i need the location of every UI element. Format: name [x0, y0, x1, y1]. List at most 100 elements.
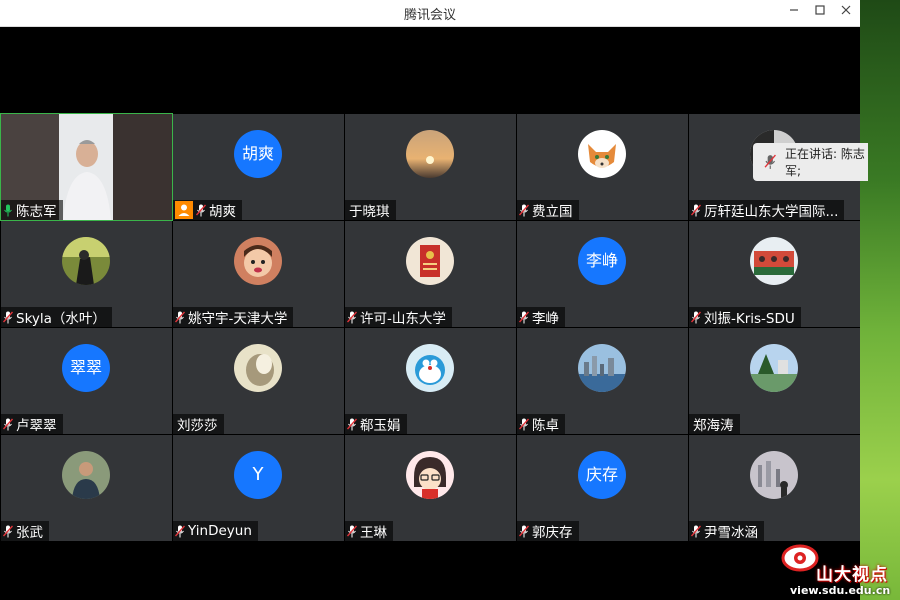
- participant-avatar: [406, 344, 454, 392]
- participant-name: 张武: [16, 525, 43, 541]
- participant-tile[interactable]: 刘莎莎: [173, 328, 344, 434]
- close-button[interactable]: [834, 2, 858, 24]
- maximize-icon: [815, 5, 825, 15]
- mic-muted-icon: [175, 525, 185, 537]
- participant-name-tag: 许可-山东大学: [345, 307, 452, 327]
- participant-avatar: [750, 237, 798, 285]
- participant-avatar: [62, 451, 110, 499]
- mic-muted-icon: [691, 525, 701, 537]
- participant-name: 陈志军: [16, 204, 57, 220]
- participant-avatar: [406, 451, 454, 499]
- participant-tile[interactable]: 许可-山东大学: [345, 221, 516, 327]
- participant-name: 姚守宇-天津大学: [188, 311, 288, 327]
- participant-name-tag: Skyla（水叶）: [1, 307, 112, 327]
- participant-tile[interactable]: 尹雪冰涵: [689, 435, 860, 541]
- participant-avatar: Y: [234, 451, 282, 499]
- participant-avatar: [578, 130, 626, 178]
- participant-name: YinDeyun: [188, 523, 252, 539]
- window-title: 腾讯会议: [403, 8, 456, 23]
- speaker-area: [0, 27, 860, 114]
- participant-avatar: [234, 344, 282, 392]
- participant-tile[interactable]: 庆存郭庆存: [517, 435, 688, 541]
- participant-name-tag: 尹雪冰涵: [689, 521, 764, 541]
- maximize-button[interactable]: [808, 2, 832, 24]
- participant-avatar: [62, 237, 110, 285]
- participant-tile[interactable]: Skyla（水叶）: [1, 221, 172, 327]
- participant-name-tag: 于晓琪: [345, 200, 396, 220]
- participant-avatar: 李峥: [578, 237, 626, 285]
- participant-tile[interactable]: 陈志军: [0, 113, 173, 221]
- participant-name-tag: 王琳: [345, 521, 393, 541]
- watermark-url: view.sdu.edu.cn: [790, 584, 891, 597]
- participant-tile[interactable]: 刘振-Kris-SDU: [689, 221, 860, 327]
- close-icon: [841, 5, 851, 15]
- participant-avatar: [406, 130, 454, 178]
- participant-name-tag: YinDeyun: [173, 521, 258, 541]
- mic-muted-icon: [347, 311, 357, 323]
- host-badge-icon: [175, 201, 193, 219]
- participant-avatar: [234, 237, 282, 285]
- mic-muted-icon: [519, 204, 529, 216]
- participant-name: 王琳: [360, 525, 387, 541]
- participant-name-tag: 张武: [1, 521, 49, 541]
- participant-tile[interactable]: 于晓琪: [345, 114, 516, 220]
- participant-name-tag: 胡爽: [173, 200, 242, 220]
- participant-name: 李峥: [532, 311, 559, 327]
- participant-tile[interactable]: Y YinDeyun: [173, 435, 344, 541]
- participant-name: 郗玉娟: [360, 418, 401, 434]
- participant-tile[interactable]: 胡爽 胡爽: [173, 114, 344, 220]
- watermark-title: 山大视点: [816, 565, 888, 585]
- participant-tile[interactable]: 翠翠卢翠翠: [1, 328, 172, 434]
- participant-name-tag: 卢翠翠: [1, 414, 63, 434]
- participant-avatar: [750, 451, 798, 499]
- participant-name: 郑海涛: [693, 418, 734, 434]
- participant-name: 尹雪冰涵: [704, 525, 758, 541]
- participant-name-tag: 刘莎莎: [173, 414, 224, 434]
- minimize-button[interactable]: [782, 2, 806, 24]
- mic-muted-icon: [347, 525, 357, 537]
- eye-logo-icon: [781, 544, 819, 572]
- speaking-indicator: 正在讲话: 陈志军;: [753, 143, 868, 181]
- mic-muted-icon: [3, 418, 13, 430]
- minimize-icon: [790, 9, 798, 11]
- participant-name: 厉轩廷山东大学国际...: [704, 204, 839, 220]
- mic-muted-icon: [691, 311, 701, 323]
- participant-avatar: [750, 344, 798, 392]
- speaking-text: 正在讲话: 陈志军;: [784, 147, 865, 178]
- participant-avatar: 庆存: [578, 451, 626, 499]
- participant-name-tag: 郑海涛: [689, 414, 740, 434]
- participant-avatar: 翠翠: [62, 344, 110, 392]
- mic-muted-icon: [3, 311, 13, 323]
- mic-muted-icon: [519, 311, 529, 323]
- participant-name: 陈卓: [532, 418, 559, 434]
- mic-muted-icon: [196, 204, 206, 216]
- participant-tile[interactable]: 郗玉娟: [345, 328, 516, 434]
- participant-name-tag: 郗玉娟: [345, 414, 407, 434]
- mic-muted-icon: [764, 154, 776, 169]
- participant-tile[interactable]: 姚守宇-天津大学: [173, 221, 344, 327]
- participant-name: 郭庆存: [532, 525, 573, 541]
- participant-name: 卢翠翠: [16, 418, 57, 434]
- participant-tile[interactable]: 郑海涛: [689, 328, 860, 434]
- participant-name: 刘振-Kris-SDU: [704, 311, 795, 327]
- participant-name: Skyla（水叶）: [16, 311, 106, 327]
- participant-name-tag: 郭庆存: [517, 521, 579, 541]
- mic-muted-icon: [3, 525, 13, 537]
- participant-name-tag: 陈卓: [517, 414, 565, 434]
- mic-muted-icon: [175, 311, 185, 323]
- participant-name-tag: 厉轩廷山东大学国际...: [689, 200, 845, 220]
- mic-muted-icon: [347, 418, 357, 430]
- participant-tile[interactable]: 王琳: [345, 435, 516, 541]
- participant-name-tag: 费立国: [517, 200, 579, 220]
- participant-name: 费立国: [532, 204, 573, 220]
- participant-tile[interactable]: 陈卓: [517, 328, 688, 434]
- participant-tile[interactable]: 费立国: [517, 114, 688, 220]
- site-watermark: 山大视点 view.sdu.edu.cn: [778, 538, 900, 600]
- participant-avatar: [578, 344, 626, 392]
- mic-muted-icon: [691, 204, 701, 216]
- participant-tile[interactable]: 张武: [1, 435, 172, 541]
- bottom-area: [0, 542, 860, 600]
- participant-name: 刘莎莎: [177, 418, 218, 434]
- participant-name: 许可-山东大学: [360, 311, 446, 327]
- participant-tile[interactable]: 李峥 李峥: [517, 221, 688, 327]
